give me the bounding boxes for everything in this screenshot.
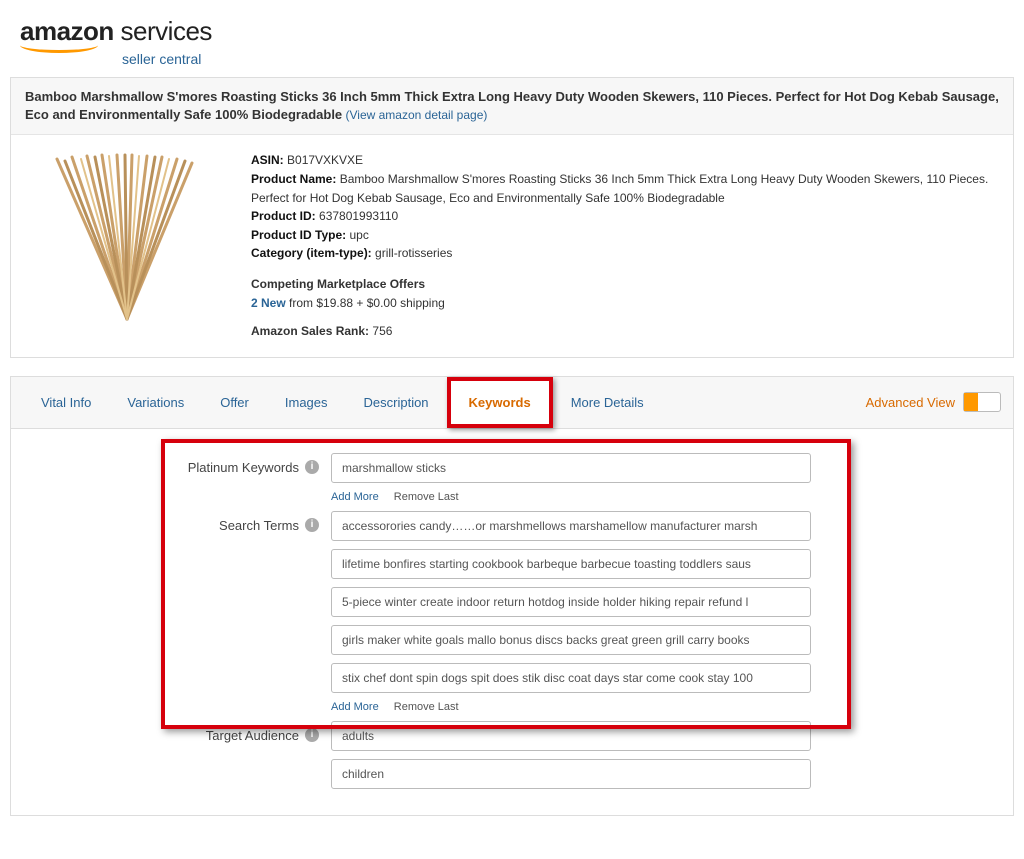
- info-icon[interactable]: i: [305, 518, 319, 532]
- advanced-view-label: Advanced View: [866, 395, 955, 410]
- product-id-type-label: Product ID Type:: [251, 228, 346, 242]
- tab-images[interactable]: Images: [267, 381, 346, 424]
- search-terms-input-5[interactable]: [331, 663, 811, 693]
- product-title: Bamboo Marshmallow S'mores Roasting Stic…: [25, 89, 999, 122]
- sales-rank-value: 756: [372, 324, 392, 338]
- tab-variations[interactable]: Variations: [109, 381, 202, 424]
- product-id-type-value: upc: [349, 228, 368, 242]
- seller-central-logo: amazon services seller central: [20, 16, 1014, 67]
- view-detail-page-link[interactable]: (View amazon detail page): [346, 108, 488, 122]
- product-meta: ASIN: B017VXKVXE Product Name: Bamboo Ma…: [251, 151, 997, 340]
- category-value: grill-rotisseries: [375, 246, 452, 260]
- tab-description[interactable]: Description: [346, 381, 447, 424]
- tab-offer[interactable]: Offer: [202, 381, 267, 424]
- target-audience-label: Target Audience: [206, 728, 299, 743]
- asin-value: B017VXKVXE: [287, 153, 363, 167]
- highlight-keywords-tab: Keywords: [447, 377, 553, 428]
- info-icon[interactable]: i: [305, 728, 319, 742]
- offers-price: from $19.88 + $0.00 shipping: [286, 296, 445, 310]
- sales-rank-label: Amazon Sales Rank:: [251, 324, 369, 338]
- info-icon[interactable]: i: [305, 460, 319, 474]
- search-terms-add-more-link[interactable]: Add More: [331, 701, 379, 713]
- product-name-label: Product Name:: [251, 172, 336, 186]
- target-audience-input-2[interactable]: [331, 759, 811, 789]
- logo-brand-thin: services: [121, 16, 212, 46]
- offers-count-link[interactable]: 2 New: [251, 296, 286, 310]
- product-name-value: Bamboo Marshmallow S'mores Roasting Stic…: [251, 172, 988, 205]
- product-image: [27, 151, 227, 321]
- competing-offers-heading: Competing Marketplace Offers: [251, 275, 997, 294]
- search-terms-remove-last-link[interactable]: Remove Last: [394, 701, 459, 713]
- advanced-view-toggle[interactable]: [963, 392, 1001, 412]
- search-terms-label: Search Terms: [219, 518, 299, 533]
- asin-label: ASIN:: [251, 153, 284, 167]
- product-id-value: 637801993110: [319, 209, 398, 223]
- platinum-keywords-label: Platinum Keywords: [188, 460, 299, 475]
- toggle-knob-icon: [964, 393, 978, 411]
- listing-tab-bar: Vital Info Variations Offer Images Descr…: [10, 376, 1014, 429]
- search-terms-input-3[interactable]: [331, 587, 811, 617]
- logo-brand-bold: amazon: [20, 16, 114, 46]
- search-terms-input-2[interactable]: [331, 549, 811, 579]
- keywords-form: Platinum Keywords i Add More Remove Last…: [10, 429, 1014, 816]
- target-audience-input-1[interactable]: [331, 721, 811, 751]
- platinum-add-more-link[interactable]: Add More: [331, 491, 379, 503]
- tab-more-details[interactable]: More Details: [553, 381, 662, 424]
- tab-vital-info[interactable]: Vital Info: [23, 381, 109, 424]
- category-label: Category (item-type):: [251, 246, 372, 260]
- skewers-image-icon: [37, 151, 217, 321]
- logo-subtitle: seller central: [122, 51, 1014, 67]
- platinum-keywords-input[interactable]: [331, 453, 811, 483]
- platinum-remove-last-link[interactable]: Remove Last: [394, 491, 459, 503]
- product-id-label: Product ID:: [251, 209, 316, 223]
- tab-keywords[interactable]: Keywords: [451, 381, 549, 424]
- search-terms-input-4[interactable]: [331, 625, 811, 655]
- search-terms-input-1[interactable]: [331, 511, 811, 541]
- product-summary-panel: Bamboo Marshmallow S'mores Roasting Stic…: [10, 77, 1014, 358]
